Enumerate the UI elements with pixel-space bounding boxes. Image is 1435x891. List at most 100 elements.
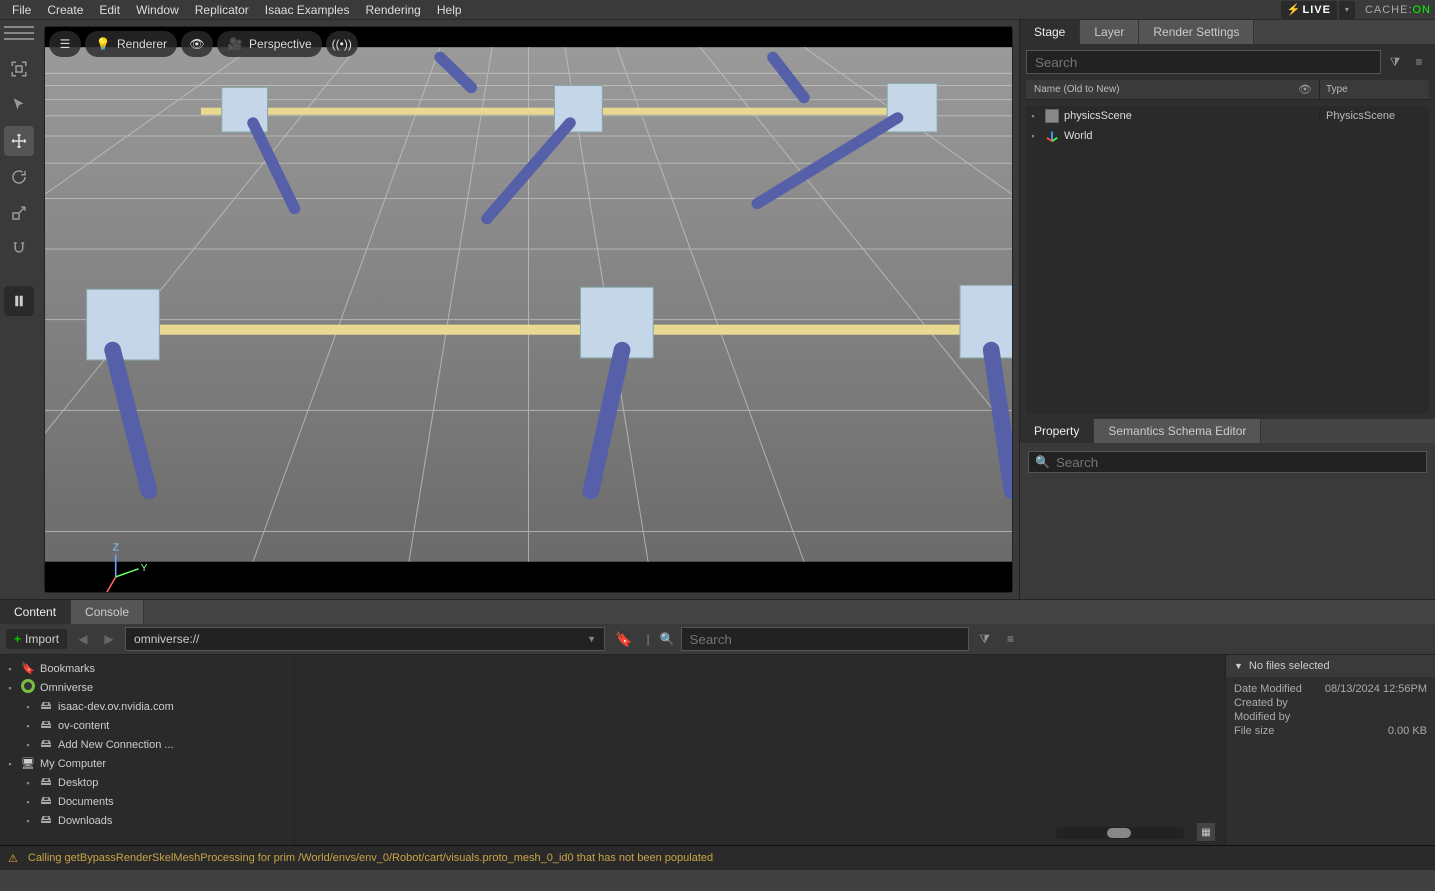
viewport-canvas[interactable]: Z Y X <box>45 27 1012 592</box>
viewport-frame[interactable]: ☰ 💡Renderer 👁 🎥Perspective ((•)) <box>44 26 1013 593</box>
tree-row-physicsscene[interactable]: ▪ physicsScene PhysicsScene <box>1026 106 1429 126</box>
tab-render-settings[interactable]: Render Settings <box>1139 20 1254 44</box>
drive-icon: 🖴 <box>38 811 54 830</box>
menu-edit[interactable]: Edit <box>91 0 128 20</box>
bookmark-star-icon: 🔖 <box>20 662 36 675</box>
created-by-label: Created by <box>1234 697 1288 709</box>
tree-add-connection[interactable]: ▪🖴Add New Connection ... <box>0 735 294 754</box>
menu-isaac-examples[interactable]: Isaac Examples <box>257 0 358 20</box>
select-frame-tool[interactable] <box>4 54 34 84</box>
property-search-input[interactable] <box>1056 455 1420 470</box>
stage-search-input[interactable] <box>1026 50 1381 74</box>
tree-isaac-dev[interactable]: ▪🖴isaac-dev.ov.nvidia.com <box>0 697 294 716</box>
grid-view-button[interactable]: ▦ <box>1197 823 1215 841</box>
thumbnail-size-slider[interactable] <box>1055 827 1185 839</box>
menu-replicator[interactable]: Replicator <box>187 0 257 20</box>
audio-button[interactable]: ((•)) <box>326 31 358 57</box>
tree-documents[interactable]: ▪🖴Documents <box>0 792 294 811</box>
menu-create[interactable]: Create <box>39 0 91 20</box>
left-toolbar <box>0 20 38 599</box>
tab-content[interactable]: Content <box>0 600 71 624</box>
audio-icon: ((•)) <box>334 36 350 52</box>
expand-icon[interactable]: ▪ <box>1026 111 1040 121</box>
property-tab-row: Property Semantics Schema Editor <box>1020 419 1435 443</box>
move-tool[interactable] <box>4 126 34 156</box>
scale-tool[interactable] <box>4 198 34 228</box>
menu-rendering[interactable]: Rendering <box>357 0 428 20</box>
tree-omniverse[interactable]: ▪Omniverse <box>0 678 294 697</box>
path-input[interactable]: omniverse:// ▼ <box>125 627 605 651</box>
live-badge[interactable]: ⚡ LIVE <box>1281 1 1337 19</box>
tree-desktop[interactable]: ▪🖴Desktop <box>0 773 294 792</box>
live-dropdown[interactable]: ▾ <box>1339 1 1355 19</box>
row-name: physicsScene <box>1064 110 1319 122</box>
drive-icon: 🖴 <box>38 792 54 811</box>
property-search[interactable]: 🔍 <box>1028 451 1427 473</box>
content-tree[interactable]: ▪🔖Bookmarks ▪Omniverse ▪🖴isaac-dev.ov.nv… <box>0 655 295 845</box>
content-search[interactable] <box>681 627 969 651</box>
tab-semantics-schema-editor[interactable]: Semantics Schema Editor <box>1094 419 1261 443</box>
import-button[interactable]: +Import <box>6 629 67 649</box>
content-toolbar: +Import ◀ ▶ omniverse:// ▼ 🔖 | 🔍 ⧩ ≡ <box>0 624 1435 654</box>
date-modified-value: 08/13/2024 12:56PM <box>1325 683 1427 695</box>
lightbulb-icon: 💡 <box>95 36 111 52</box>
tab-property[interactable]: Property <box>1020 419 1094 443</box>
menu-bar: File Create Edit Window Replicator Isaac… <box>0 0 1435 20</box>
renderer-button[interactable]: 💡Renderer <box>85 31 177 57</box>
bolt-icon: ⚡ <box>1287 3 1301 16</box>
row-name: World <box>1064 130 1319 142</box>
hamburger-icon[interactable] <box>4 26 34 40</box>
file-details-panel: ▼No files selected Date Modified 08/13/20… <box>1225 655 1435 845</box>
tree-my-computer[interactable]: ▪🖥My Computer <box>0 754 294 773</box>
chevron-down-icon: ▼ <box>1234 661 1243 671</box>
modified-by-label: Modified by <box>1234 711 1290 723</box>
stage-tab-row: Stage Layer Render Settings <box>1020 20 1435 44</box>
tree-downloads[interactable]: ▪🖴Downloads <box>0 811 294 830</box>
expand-icon[interactable]: ▪ <box>1026 131 1040 141</box>
rotate-tool[interactable] <box>4 162 34 192</box>
pause-button[interactable] <box>4 286 34 316</box>
content-search-input[interactable] <box>690 632 960 647</box>
menu-file[interactable]: File <box>4 0 39 20</box>
tab-console[interactable]: Console <box>71 600 144 624</box>
tab-layer[interactable]: Layer <box>1080 20 1139 44</box>
header-type[interactable]: Type <box>1319 80 1429 99</box>
snap-tool[interactable] <box>4 234 34 264</box>
stage-tree-header: Name (Old to New) 👁 Type <box>1026 80 1429 100</box>
date-modified-label: Date Modified <box>1234 683 1302 695</box>
tree-row-world[interactable]: ▪ World <box>1026 126 1429 146</box>
row-type: PhysicsScene <box>1319 110 1429 122</box>
menu-help[interactable]: Help <box>429 0 470 20</box>
eye-icon: 👁 <box>189 36 205 52</box>
omniverse-icon <box>20 679 36 696</box>
tree-ov-content[interactable]: ▪🖴ov-content <box>0 716 294 735</box>
details-header[interactable]: ▼No files selected <box>1226 655 1435 677</box>
menu-window[interactable]: Window <box>128 0 187 20</box>
warning-icon: ⚠ <box>8 852 18 865</box>
camera-icon: 🎥 <box>227 36 243 52</box>
content-files-area[interactable]: ▦ <box>295 655 1225 845</box>
header-name[interactable]: Name (Old to New) <box>1026 80 1291 99</box>
search-icon: 🔍 <box>660 632 675 646</box>
visibility-header-icon[interactable]: 👁 <box>1298 84 1312 96</box>
filter-icon[interactable]: ⧩ <box>1385 52 1405 72</box>
pointer-tool[interactable] <box>4 90 34 120</box>
filter-icon[interactable]: ⧩ <box>975 629 995 649</box>
status-bar: ⚠ Calling getBypassRenderSkelMeshProcess… <box>0 845 1435 870</box>
stage-tree[interactable]: ▪ physicsScene PhysicsScene ▪ World <box>1026 106 1429 413</box>
tab-stage[interactable]: Stage <box>1020 20 1080 44</box>
nav-back-button[interactable]: ◀ <box>73 629 93 649</box>
nav-forward-button[interactable]: ▶ <box>99 629 119 649</box>
bookmark-icon[interactable]: 🔖 <box>615 631 632 648</box>
path-dropdown-icon[interactable]: ▼ <box>587 634 596 644</box>
viewport-settings-button[interactable]: ☰ <box>49 31 81 57</box>
import-label: Import <box>25 632 59 646</box>
camera-button[interactable]: 🎥Perspective <box>217 31 322 57</box>
drive-icon: 🖴 <box>38 697 54 716</box>
drive-icon: 🖴 <box>38 716 54 735</box>
tree-bookmarks[interactable]: ▪🔖Bookmarks <box>0 659 294 678</box>
path-text: omniverse:// <box>134 632 199 646</box>
options-icon[interactable]: ≡ <box>1409 52 1429 72</box>
options-icon[interactable]: ≡ <box>1001 629 1021 649</box>
visibility-button[interactable]: 👁 <box>181 31 213 57</box>
